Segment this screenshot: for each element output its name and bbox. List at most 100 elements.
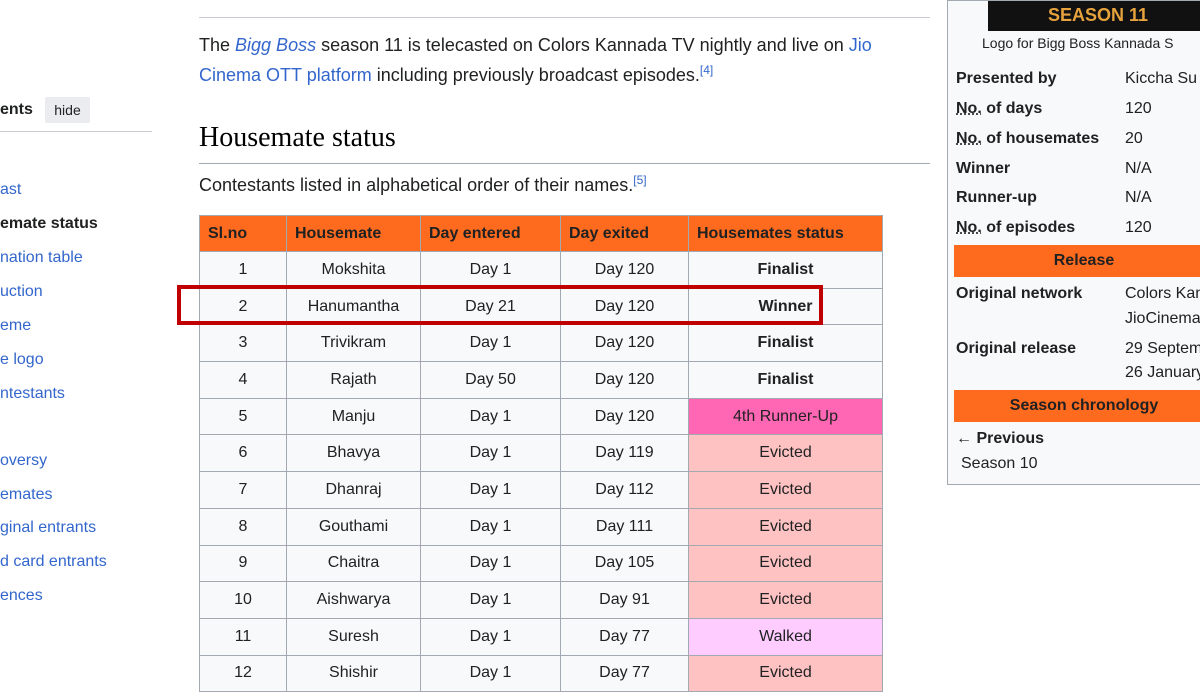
cell-day-exited: Day 111 (560, 507, 689, 546)
cell-slno: 11 (199, 617, 287, 656)
toc-hide-button[interactable]: hide (45, 97, 90, 123)
toc-item[interactable]: eme (0, 316, 31, 336)
network-link-jiocinema[interactable]: JioCinema (1125, 310, 1200, 328)
toc-item[interactable]: ast (0, 180, 21, 200)
cell-day-entered: Day 1 (420, 654, 561, 692)
episodes-label: No. of episodes (956, 219, 1076, 236)
cell-day-entered: Day 50 (420, 361, 561, 399)
cell-housemate: Shishir (286, 654, 421, 692)
bigg-boss-link[interactable]: Bigg Boss (235, 35, 316, 55)
previous-season-link[interactable]: Season 10 (961, 455, 1038, 473)
cell-housemate: Chaitra (286, 544, 421, 583)
cell-slno: 7 (199, 471, 287, 509)
runner-up-value: N/A (1125, 189, 1152, 206)
table-row: 6 Bhavya Day 1 Day 119 Evicted (199, 434, 883, 473)
season-chronology-header: Season chronology (954, 390, 1200, 422)
cell-day-exited: Day 120 (560, 361, 689, 399)
episodes-value: 120 (1125, 219, 1152, 236)
cell-day-entered: Day 1 (420, 581, 561, 619)
heading-divider (199, 163, 930, 164)
table-row: 8 Gouthami Day 1 Day 111 Evicted (199, 507, 883, 546)
reference-4-link[interactable]: [4] (700, 63, 713, 77)
release-header: Release (954, 245, 1200, 277)
cell-day-exited: Day 112 (560, 471, 689, 509)
header-day-exited: Day exited (560, 215, 689, 252)
table-row: 9 Chaitra Day 1 Day 105 Evicted (199, 544, 883, 583)
table-row: 11 Suresh Day 1 Day 77 Walked (199, 617, 883, 656)
intro-paragraph: The Bigg Boss season 11 is telecasted on… (199, 35, 872, 85)
network-link-colors[interactable]: Colors Kan (1125, 285, 1200, 303)
housemates-label: No. of housemates (956, 130, 1100, 147)
header-day-entered: Day entered (420, 215, 561, 252)
cell-status: Evicted (688, 544, 883, 583)
toc-item[interactable]: emate status (0, 214, 98, 234)
cell-slno: 6 (199, 434, 287, 473)
cell-day-exited: Day 120 (560, 287, 689, 326)
original-network-label: Original network (956, 285, 1083, 302)
toc-title: ents (0, 101, 33, 118)
toc-item[interactable]: d card entrants (0, 552, 107, 572)
cell-day-entered: Day 1 (420, 434, 561, 473)
cell-housemate: Manju (286, 397, 421, 436)
cell-housemate: Trivikram (286, 324, 421, 363)
cell-day-entered: Day 1 (420, 471, 561, 509)
toc-item[interactable]: e logo (0, 350, 44, 370)
toc-item[interactable]: nation table (0, 248, 83, 268)
toc-item[interactable]: ntestants (0, 384, 65, 404)
presenter-link[interactable]: Kiccha Su (1125, 70, 1197, 88)
toc-item[interactable]: oversy (0, 451, 47, 471)
header-housemates-status: Housemates status (688, 215, 883, 252)
cell-slno: 8 (199, 507, 287, 546)
cell-day-exited: Day 120 (560, 324, 689, 363)
section-heading-housemate-status: Housemate status (199, 122, 396, 153)
table-header-row: Sl.no Housemate Day entered Day exited H… (199, 215, 883, 252)
cell-housemate: Dhanraj (286, 471, 421, 509)
table-row: 2 Hanumantha Day 21 Day 120 Winner (199, 287, 883, 326)
toc-divider (0, 131, 152, 132)
cell-housemate: Gouthami (286, 507, 421, 546)
cell-status: Finalist (688, 251, 883, 289)
presented-by-label: Presented by (956, 70, 1057, 87)
cell-status: Walked (688, 617, 883, 656)
cell-day-entered: Day 1 (420, 251, 561, 289)
cell-status: 4th Runner-Up (688, 397, 883, 436)
cell-housemate: Hanumantha (286, 287, 421, 326)
housemates-value: 20 (1125, 130, 1143, 147)
toc-item[interactable]: ences (0, 586, 43, 606)
table-row: 1 Mokshita Day 1 Day 120 Finalist (199, 251, 883, 289)
housemate-status-table: Sl.no Housemate Day entered Day exited H… (199, 215, 883, 692)
table-of-contents: ents hide ast emate status nation table uct… (0, 0, 160, 675)
season-logo[interactable]: SEASON 11 (988, 1, 1200, 31)
cell-day-exited: Day 105 (560, 544, 689, 583)
days-label: No. of days (956, 100, 1043, 117)
cell-slno: 4 (199, 361, 287, 399)
table-row: 4 Rajath Day 50 Day 120 Finalist (199, 361, 883, 399)
cell-day-entered: Day 1 (420, 617, 561, 656)
release-start-date: 29 Septem (1125, 340, 1200, 357)
cell-day-exited: Day 120 (560, 251, 689, 289)
cell-housemate: Aishwarya (286, 581, 421, 619)
cell-status: Evicted (688, 581, 883, 619)
cell-housemate: Mokshita (286, 251, 421, 289)
cell-day-entered: Day 1 (420, 507, 561, 546)
cell-slno: 1 (199, 251, 287, 289)
table-row: 5 Manju Day 1 Day 120 4th Runner-Up (199, 397, 883, 436)
cell-slno: 10 (199, 581, 287, 619)
runner-up-label: Runner-up (956, 189, 1037, 206)
cell-day-entered: Day 21 (420, 287, 561, 326)
cell-day-entered: Day 1 (420, 397, 561, 436)
logo-caption: Logo for Bigg Boss Kannada S (982, 35, 1174, 51)
cell-slno: 2 (199, 287, 287, 326)
reference-5-link[interactable]: [5] (633, 173, 646, 187)
cell-day-entered: Day 1 (420, 544, 561, 583)
table-row: 12 Shishir Day 1 Day 77 Evicted (199, 654, 883, 692)
cell-day-exited: Day 77 (560, 654, 689, 692)
release-end-date: 26 January (1125, 364, 1200, 381)
cell-status: Winner (688, 287, 883, 326)
infobox: SEASON 11 Logo for Bigg Boss Kannada S P… (947, 0, 1200, 485)
toc-item[interactable]: ginal entrants (0, 518, 96, 538)
toc-item[interactable]: uction (0, 282, 43, 302)
days-value: 120 (1125, 100, 1152, 117)
toc-item[interactable]: emates (0, 485, 52, 505)
cell-day-entered: Day 1 (420, 324, 561, 363)
